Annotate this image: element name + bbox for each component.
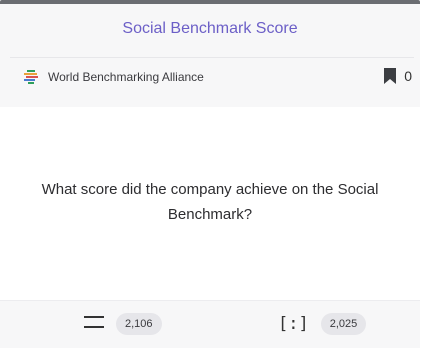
question-card[interactable]: What score did the company achieve on th… [0,107,420,300]
bookmark-button[interactable]: 0 [384,68,412,84]
source-name: World Benchmarking Alliance [48,70,204,84]
question-text: What score did the company achieve on th… [41,181,379,223]
card-footer: 2,106 [:] 2,025 [0,300,420,348]
wba-logo-icon [22,69,40,85]
page-margin [420,0,428,347]
stat-left-count: 2,106 [116,313,162,335]
card-header: Social Benchmark Score World Benchmarkin… [0,4,420,107]
stat-right-count: 2,025 [320,313,367,335]
bookmark-icon [384,68,397,84]
equals-lines-icon [84,315,104,334]
stat-right[interactable]: [:] 2,025 [278,313,367,335]
source-row: World Benchmarking Alliance 0 [22,64,414,90]
card-title: Social Benchmark Score [122,20,298,37]
bookmark-count: 0 [404,68,412,84]
stat-left[interactable]: 2,106 [84,313,162,335]
bracket-colon-icon: [:] [278,314,309,334]
header-divider [10,57,414,58]
